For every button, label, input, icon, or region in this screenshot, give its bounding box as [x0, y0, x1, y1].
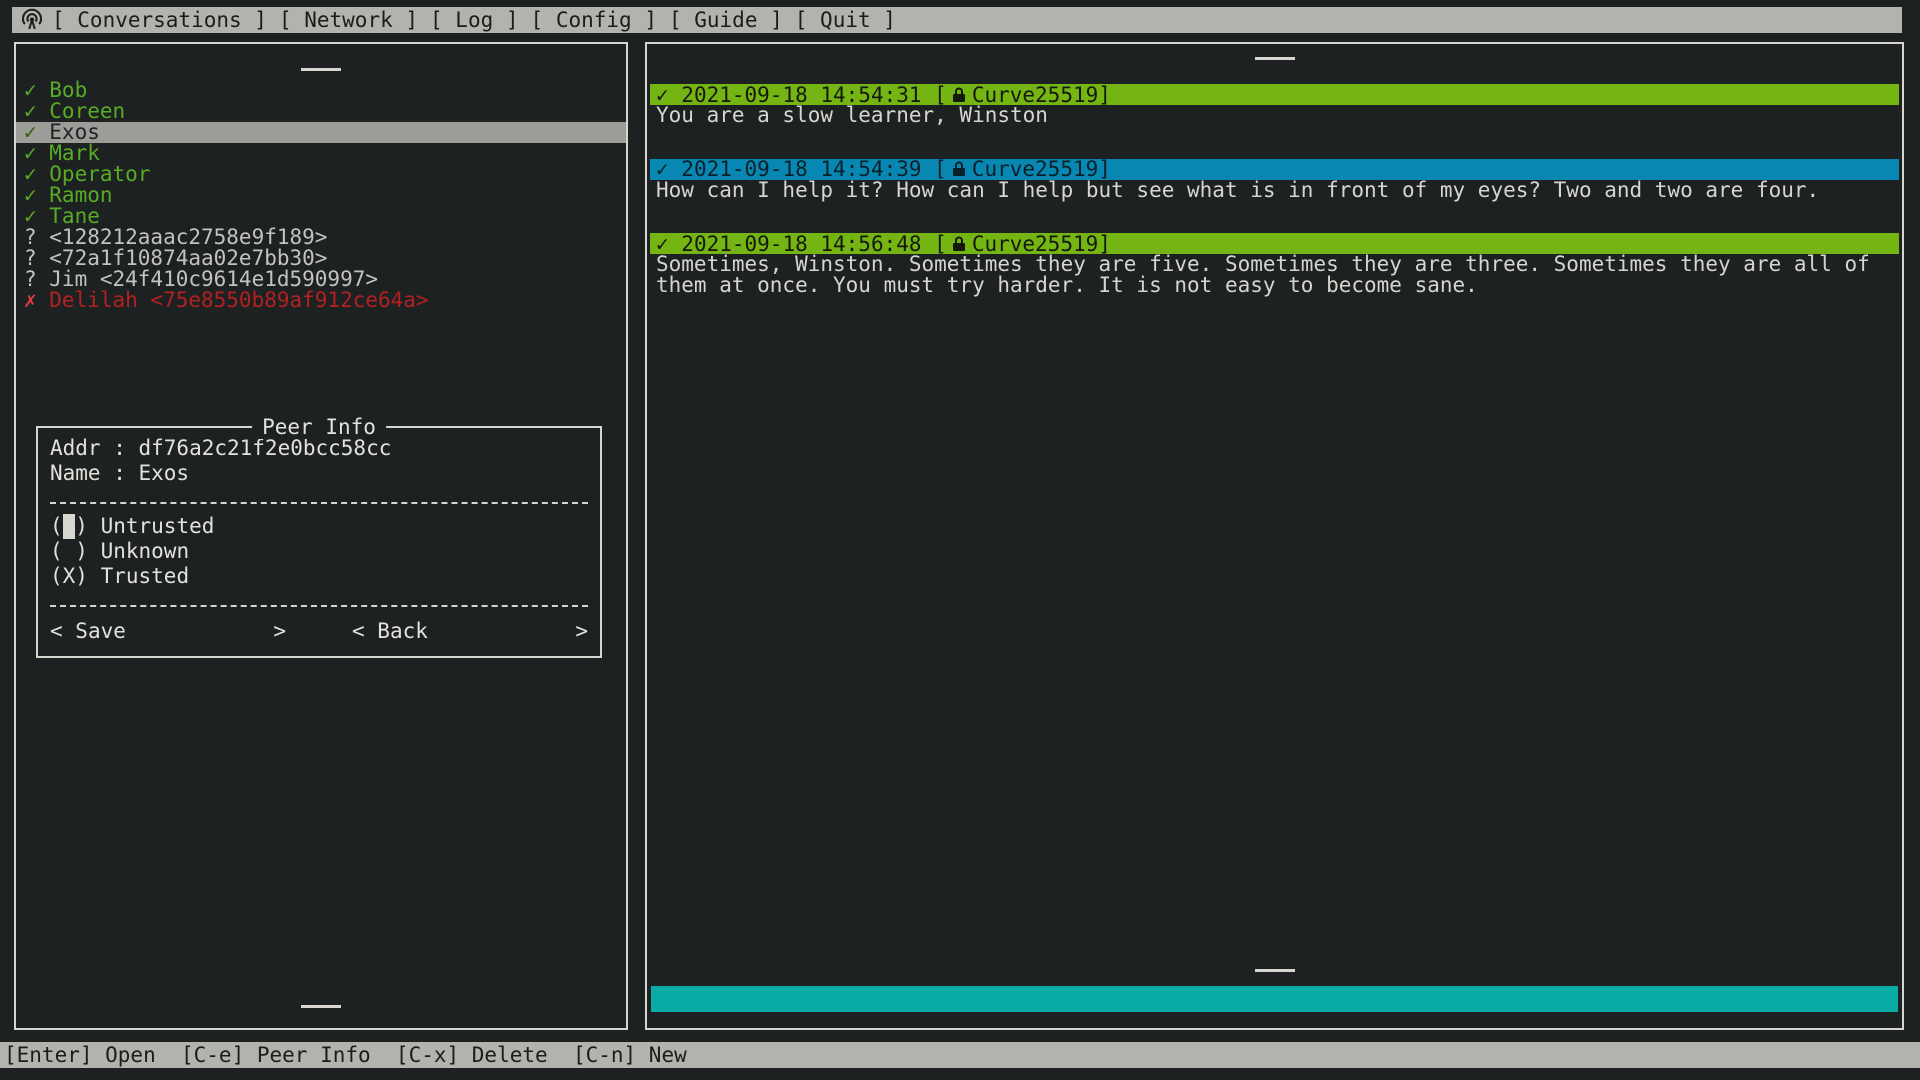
message-list: ✓2021-09-18 14:54:31[Curve25519] You are…	[650, 84, 1899, 328]
lock-icon	[952, 236, 966, 252]
check-icon: ✓	[24, 80, 37, 101]
conversation-row[interactable]: ✓Ramon	[16, 185, 626, 206]
x-icon: ✗	[24, 290, 37, 311]
menu-item-config[interactable]: [ Config ]	[531, 8, 657, 32]
chevron-right-icon: >	[575, 619, 588, 644]
question-icon: ?	[24, 227, 37, 248]
conversation-row[interactable]: ?<72a1f10874aa02e7bb30>	[16, 248, 626, 269]
menu-item-guide[interactable]: [ Guide ]	[669, 8, 783, 32]
menu-bar: [ Conversations ] [ Network ] [ Log ] [ …	[12, 7, 1902, 33]
radio-untrusted[interactable]: ( )Untrusted	[50, 514, 588, 539]
radio-mark: X	[63, 564, 76, 589]
conversation-row[interactable]: ?Jim <24f410c9614e1d590997>	[16, 269, 626, 290]
peer-addr-value: df76a2c21f2e0bcc58cc	[139, 436, 392, 461]
peer-name-row: Name : Exos	[50, 461, 588, 486]
peer-name-value: Exos	[139, 461, 190, 486]
peer-addr-row: Addr : df76a2c21f2e0bcc58cc	[50, 436, 588, 461]
check-icon: ✓	[24, 185, 37, 206]
conversation-row-selected[interactable]: ✓Exos	[16, 122, 626, 143]
conversation-row[interactable]: ✓Operator	[16, 164, 626, 185]
broadcast-icon	[20, 8, 44, 32]
check-icon: ✓	[24, 206, 37, 227]
scroll-indicator-top	[1255, 57, 1295, 60]
message-header: ✓2021-09-18 14:54:39[Curve25519]	[650, 159, 1899, 180]
check-icon: ✓	[24, 164, 37, 185]
keybinding-hints: [Enter] Open [C-e] Peer Info [C-x] Delet…	[4, 1043, 687, 1067]
peer-info-title: Peer Info	[252, 415, 386, 439]
peer-info-buttons: <Save> <Back>	[50, 619, 588, 644]
separator	[50, 502, 588, 504]
conversation-row[interactable]: ✓Bob	[16, 80, 626, 101]
check-icon: ✓	[24, 101, 37, 122]
conversation-row[interactable]: ✓Tane	[16, 206, 626, 227]
peer-name-label: Name :	[50, 461, 126, 486]
message-body: How can I help it? How can I help but se…	[650, 180, 1899, 201]
lock-icon	[952, 161, 966, 177]
status-bar: [Enter] Open [C-e] Peer Info [C-x] Delet…	[0, 1042, 1920, 1068]
conversation-row[interactable]: ?<128212aaac2758e9f189>	[16, 227, 626, 248]
scroll-indicator-bottom	[301, 1005, 341, 1008]
scroll-indicator-bottom	[1255, 969, 1295, 972]
question-icon: ?	[24, 269, 37, 290]
radio-trusted[interactable]: (X)Trusted	[50, 564, 588, 589]
conversation-row[interactable]: ✓Coreen	[16, 101, 626, 122]
lock-icon	[952, 87, 966, 103]
menu-items: [ Conversations ] [ Network ] [ Log ] [ …	[52, 8, 896, 32]
message-body: Sometimes, Winston. Sometimes they are f…	[650, 254, 1899, 295]
check-icon: ✓	[24, 122, 37, 143]
message-header: ✓2021-09-18 14:54:31[Curve25519]	[650, 84, 1899, 105]
menu-item-quit[interactable]: [ Quit ]	[795, 8, 896, 32]
trust-options: ( )Untrusted ( )Unknown (X)Trusted	[50, 514, 588, 589]
menu-item-conversations[interactable]: [ Conversations ]	[52, 8, 267, 32]
conversations-panel: ✓Bob ✓Coreen ✓Exos ✓Mark ✓Operator ✓Ramo…	[14, 42, 628, 1030]
question-icon: ?	[24, 248, 37, 269]
peer-info-box: Peer Info Addr :df76a2c21f2e0bcc58cc Nam…	[36, 426, 602, 658]
back-button[interactable]: <Back>	[352, 619, 588, 644]
message: ✓2021-09-18 14:54:39[Curve25519] How can…	[650, 159, 1899, 201]
menu-item-network[interactable]: [ Network ]	[279, 8, 418, 32]
peer-addr-label: Addr :	[50, 436, 126, 461]
save-button[interactable]: <Save>	[50, 619, 286, 644]
conversation-row[interactable]: ✗Delilah <75e8550b89af912ce64a>	[16, 290, 626, 311]
conversation-row[interactable]: ✓Mark	[16, 143, 626, 164]
conversation-list: ✓Bob ✓Coreen ✓Exos ✓Mark ✓Operator ✓Ramo…	[16, 80, 626, 311]
scroll-indicator-top	[301, 68, 341, 71]
chevron-left-icon: <	[352, 619, 365, 644]
app-root: { "colors": { "background": "#1e2122", "…	[0, 0, 1920, 1080]
menu-item-log[interactable]: [ Log ]	[430, 8, 519, 32]
radio-mark	[63, 539, 76, 564]
separator	[50, 605, 588, 607]
radio-mark	[63, 514, 76, 539]
chat-panel: ✓2021-09-18 14:54:31[Curve25519] You are…	[645, 42, 1904, 1030]
chevron-left-icon: <	[50, 619, 63, 644]
message: ✓2021-09-18 14:56:48[Curve25519] Sometim…	[650, 233, 1899, 295]
check-icon: ✓	[24, 143, 37, 164]
chevron-right-icon: >	[273, 619, 286, 644]
message-header: ✓2021-09-18 14:56:48[Curve25519]	[650, 233, 1899, 254]
message: ✓2021-09-18 14:54:31[Curve25519] You are…	[650, 84, 1899, 126]
radio-unknown[interactable]: ( )Unknown	[50, 539, 588, 564]
message-body: You are a slow learner, Winston	[650, 105, 1899, 126]
message-input[interactable]	[651, 986, 1898, 1012]
